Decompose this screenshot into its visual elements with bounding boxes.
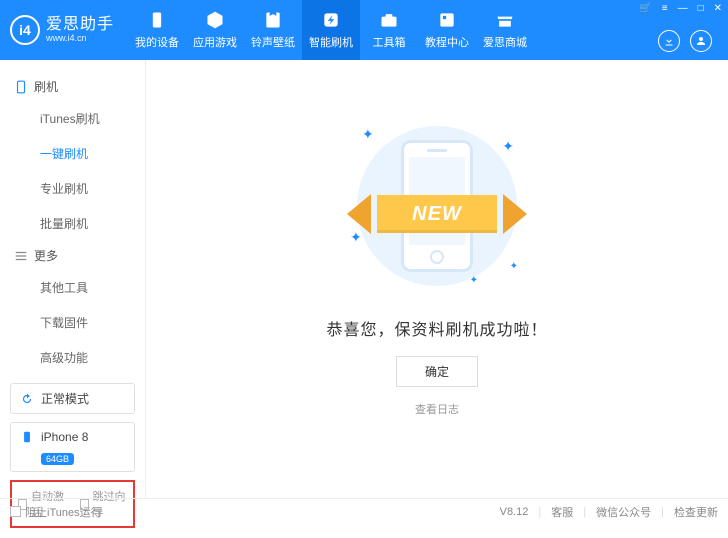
- sidebar-item-more-1[interactable]: 下载固件: [0, 305, 145, 340]
- body: 刷机 iTunes刷机一键刷机专业刷机批量刷机 更多 其他工具下载固件高级功能 …: [0, 60, 728, 498]
- menu-icon[interactable]: ≡: [662, 3, 668, 14]
- app-url: www.i4.cn: [46, 34, 114, 44]
- success-message: 恭喜您，保资料刷机成功啦！: [326, 316, 547, 340]
- sidebar-group-more: 更多: [0, 241, 145, 270]
- device-indicator[interactable]: iPhone 8 64GB: [10, 422, 135, 472]
- device-name: iPhone 8: [41, 430, 88, 444]
- sidebar-item-flash-1[interactable]: 一键刷机: [0, 136, 145, 171]
- top-nav: 我的设备应用游戏铃声壁纸智能刷机 工具箱 教程中心爱思商城: [128, 0, 534, 60]
- apps-icon: [205, 10, 225, 30]
- sidebar-item-more-2[interactable]: 高级功能: [0, 340, 145, 375]
- sidebar-group-flash-title: 刷机: [34, 78, 58, 95]
- device-icon: [147, 10, 167, 30]
- window-controls: 🛒 ≡ — □ ✕: [639, 3, 722, 14]
- view-log-link[interactable]: 查看日志: [415, 401, 459, 417]
- app-name: 爱思助手: [46, 16, 114, 34]
- footer-link-support[interactable]: 客服: [551, 504, 573, 520]
- flash-icon: [321, 10, 341, 30]
- status-bar: 阻止iTunes运行 V8.12 | 客服 | 微信公众号 | 检查更新: [0, 498, 728, 524]
- sparkle-icon: ✦: [362, 126, 374, 143]
- ribbon-text: NEW: [377, 195, 497, 233]
- nav-device[interactable]: 我的设备: [128, 0, 186, 60]
- nav-label: 智能刷机: [309, 34, 353, 50]
- sidebar-group-more-title: 更多: [34, 247, 58, 264]
- sparkle-icon: ✦: [510, 261, 518, 272]
- new-ribbon: NEW: [357, 194, 517, 234]
- phone-icon: [14, 80, 28, 94]
- tools-icon: [379, 10, 399, 30]
- nav-media[interactable]: 铃声壁纸: [244, 0, 302, 60]
- footer-link-update[interactable]: 检查更新: [674, 504, 718, 520]
- main-content: ✦ ✦ ✦ ✦ ✦ NEW 恭喜您，保资料刷机成功啦！ 确定 查看日志: [146, 60, 728, 498]
- sidebar-item-flash-3[interactable]: 批量刷机: [0, 206, 145, 241]
- sidebar-item-flash-0[interactable]: iTunes刷机: [0, 101, 145, 136]
- media-icon: [263, 10, 283, 30]
- app-header: i4 爱思助手 www.i4.cn 我的设备应用游戏铃声壁纸智能刷机 工具箱 教程中…: [0, 0, 728, 60]
- user-icon[interactable]: [690, 30, 712, 52]
- nav-label: 铃声壁纸: [251, 34, 295, 50]
- version-label: V8.12: [500, 506, 529, 518]
- download-icon[interactable]: [658, 30, 680, 52]
- header-actions: [658, 30, 712, 52]
- nav-label: 应用游戏: [193, 34, 237, 50]
- nav-tools[interactable]: 工具箱: [360, 0, 418, 60]
- sparkle-icon: ✦: [470, 275, 478, 286]
- success-illustration: ✦ ✦ ✦ ✦ ✦ NEW: [332, 116, 542, 296]
- block-itunes-label: 阻止iTunes运行: [25, 504, 102, 520]
- cart-icon[interactable]: 🛒: [639, 3, 651, 14]
- minimize-icon[interactable]: —: [678, 3, 688, 14]
- storage-badge: 64GB: [41, 453, 74, 465]
- sidebar-item-more-0[interactable]: 其他工具: [0, 270, 145, 305]
- device-icon: [19, 429, 35, 445]
- footer-right: V8.12 | 客服 | 微信公众号 | 检查更新: [500, 504, 718, 520]
- nav-label: 爱思商城: [483, 34, 527, 50]
- maximize-icon[interactable]: □: [698, 3, 704, 14]
- mode-label: 正常模式: [41, 390, 89, 407]
- sidebar: 刷机 iTunes刷机一键刷机专业刷机批量刷机 更多 其他工具下载固件高级功能 …: [0, 60, 146, 498]
- shop-icon: [495, 10, 515, 30]
- close-icon[interactable]: ✕: [714, 3, 722, 14]
- more-icon: [14, 249, 28, 263]
- mode-indicator[interactable]: 正常模式: [10, 383, 135, 414]
- nav-label: 工具箱: [373, 34, 406, 50]
- book-icon: [437, 10, 457, 30]
- nav-book[interactable]: 教程中心: [418, 0, 476, 60]
- nav-shop[interactable]: 爱思商城: [476, 0, 534, 60]
- sparkle-icon: ✦: [502, 138, 514, 155]
- nav-label: 我的设备: [135, 34, 179, 50]
- footer-link-wechat[interactable]: 微信公众号: [596, 504, 651, 520]
- sidebar-group-flash: 刷机: [0, 72, 145, 101]
- logo-text: 爱思助手 www.i4.cn: [46, 16, 114, 43]
- logo[interactable]: i4 爱思助手 www.i4.cn: [10, 15, 114, 45]
- refresh-icon: [19, 391, 35, 407]
- logo-badge-icon: i4: [10, 15, 40, 45]
- nav-flash[interactable]: 智能刷机: [302, 0, 360, 60]
- sidebar-item-flash-2[interactable]: 专业刷机: [0, 171, 145, 206]
- ok-button[interactable]: 确定: [396, 356, 478, 387]
- checkbox-icon: [10, 506, 21, 517]
- nav-apps[interactable]: 应用游戏: [186, 0, 244, 60]
- block-itunes-checkbox[interactable]: 阻止iTunes运行: [10, 504, 102, 520]
- nav-label: 教程中心: [425, 34, 469, 50]
